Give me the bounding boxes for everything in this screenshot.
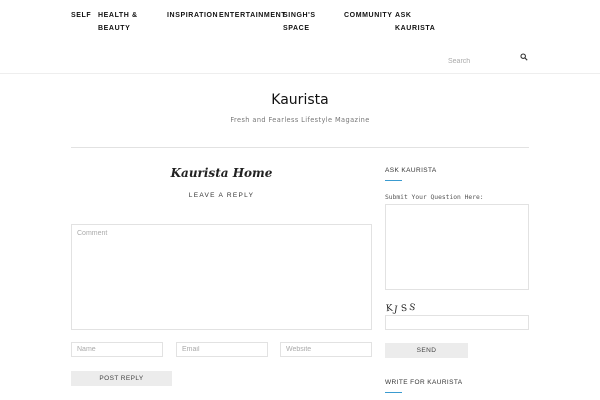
nav-item-entertainment[interactable]: ENTERTAINMENT <box>219 9 286 22</box>
write-for-kaurista-widget-title: WRITE FOR KAURISTA <box>385 379 463 386</box>
search-bar <box>446 48 530 70</box>
leave-reply-heading: LEAVE A REPLY <box>188 192 255 199</box>
svg-text:S: S <box>408 303 416 314</box>
question-textarea[interactable] <box>385 204 529 290</box>
nav-divider <box>0 73 600 74</box>
nav-item-singhs-space-line1[interactable]: SINGH'S <box>283 9 316 22</box>
svg-text:K: K <box>385 304 393 314</box>
captcha-image: K J S S <box>385 303 416 314</box>
name-field[interactable] <box>71 342 163 357</box>
nav-item-health-beauty-line1[interactable]: HEALTH & <box>98 9 138 22</box>
email-field[interactable] <box>176 342 268 357</box>
comment-textarea[interactable] <box>71 224 372 330</box>
svg-text:S: S <box>401 304 408 314</box>
nav-item-singhs-space-line2[interactable]: SPACE <box>283 22 310 35</box>
header-divider <box>71 147 529 148</box>
nav-item-self[interactable]: SELF <box>71 9 91 22</box>
page-title: Kaurista Home <box>170 166 273 180</box>
search-input[interactable] <box>446 53 516 70</box>
question-label: Submit Your Question Here: <box>385 194 484 201</box>
nav-item-inspiration[interactable]: INSPIRATION <box>167 9 218 22</box>
nav-item-community[interactable]: COMMUNITY <box>344 9 393 22</box>
captcha-input[interactable] <box>385 315 529 330</box>
website-field[interactable] <box>280 342 372 357</box>
write-for-kaurista-title-underline <box>385 392 402 393</box>
nav-item-health-beauty-line2[interactable]: BEAUTY <box>98 22 130 35</box>
post-reply-button[interactable]: POST REPLY <box>71 371 172 386</box>
search-icon[interactable] <box>520 53 528 61</box>
nav-item-ask-kaurista-line1[interactable]: ASK <box>395 9 412 22</box>
ask-kaurista-widget-title: ASK KAURISTA <box>385 167 437 174</box>
site-title[interactable]: Kaurista <box>0 92 600 108</box>
site-tagline: Fresh and Fearless Lifestyle Magazine <box>230 116 370 124</box>
nav-item-ask-kaurista-line2[interactable]: KAURISTA <box>395 22 435 35</box>
svg-text:J: J <box>392 305 398 314</box>
ask-kaurista-title-underline <box>385 180 402 181</box>
send-button[interactable]: SEND <box>385 343 468 358</box>
